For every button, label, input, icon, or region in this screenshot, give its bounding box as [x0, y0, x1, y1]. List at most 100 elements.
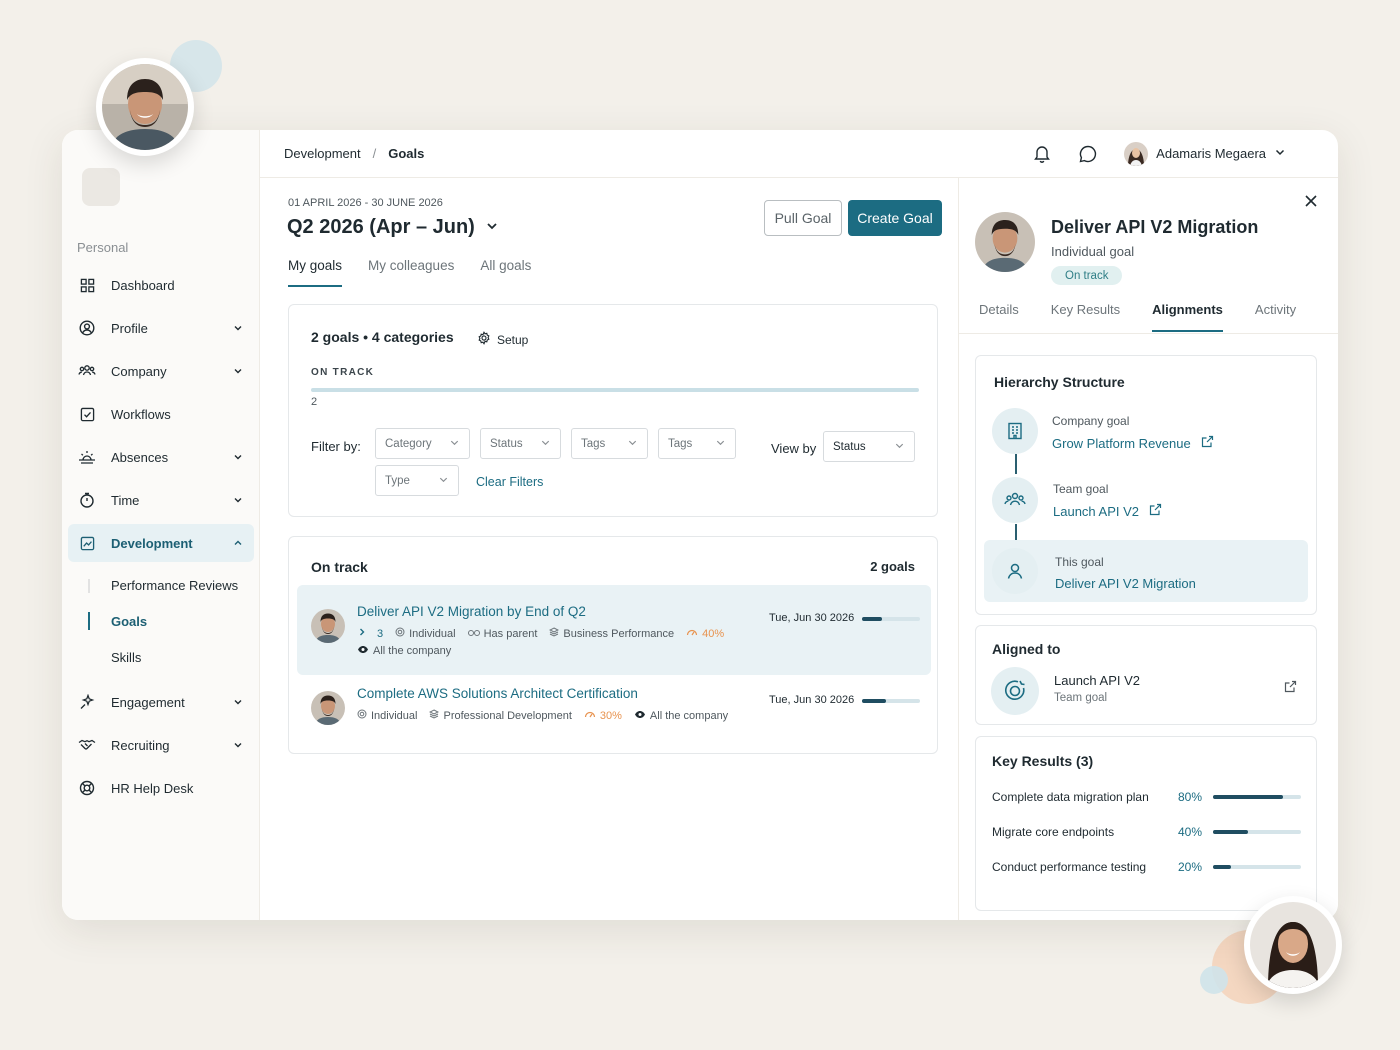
chevron-down-icon [1274, 146, 1286, 161]
user-menu[interactable]: Adamaris Megaera [1124, 141, 1286, 166]
create-goal-button[interactable]: Create Goal [848, 200, 942, 236]
aligned-goal-type: Team goal [1054, 692, 1108, 704]
subnav-performance-reviews[interactable]: Performance Reviews [88, 567, 254, 603]
sidebar-item-label: Recruiting [111, 737, 170, 753]
view-by-select[interactable]: Status [823, 431, 915, 462]
company-goal-link[interactable]: Grow Platform Revenue [1052, 435, 1214, 451]
period-selector[interactable]: Q2 2026 (Apr – Jun) [287, 216, 499, 239]
external-link-icon[interactable] [1284, 680, 1298, 694]
sidebar-item-development[interactable]: Development [68, 524, 254, 562]
goal-row[interactable]: Deliver API V2 Migration by End of Q2 3 … [297, 585, 931, 675]
goal-weight-label: 40% [702, 627, 725, 640]
detail-subtitle: Individual goal [1051, 244, 1135, 259]
filter-tags-select-2[interactable]: Tags [658, 428, 736, 459]
breadcrumb-development[interactable]: Development [284, 146, 361, 161]
select-value: Status [490, 437, 523, 450]
period-title: Q2 2026 (Apr – Jun) [287, 216, 475, 238]
pull-goal-button[interactable]: Pull Goal [764, 200, 842, 236]
company-goal-label: Company goal [1052, 414, 1130, 428]
chat-bubble-icon[interactable] [1078, 144, 1098, 164]
goal-type: Individual [357, 709, 417, 722]
sidebar-item-hr-help-desk[interactable]: HR Help Desk [68, 769, 254, 807]
goal-owner-avatar [311, 691, 345, 725]
key-result-percent: 20% [1178, 860, 1203, 874]
select-value: Tags [668, 437, 693, 450]
chevron-down-icon [449, 437, 460, 451]
sidebar-item-company[interactable]: Company [68, 352, 254, 390]
status-heading: ON TRACK [311, 367, 375, 378]
this-goal-label: This goal [1055, 555, 1104, 569]
tab-my-goals[interactable]: My goals [288, 258, 343, 287]
goal-progress-fill [862, 617, 883, 621]
sun-horizon-icon [78, 448, 96, 466]
sidebar-item-engagement[interactable]: Engagement [68, 683, 254, 721]
tab-details[interactable]: Details [979, 302, 1019, 332]
sidebar-item-dashboard[interactable]: Dashboard [68, 266, 254, 304]
filter-type-select[interactable]: Type [375, 465, 459, 496]
tab-all-goals[interactable]: All goals [480, 258, 531, 287]
key-results-title: Key Results (3) [992, 753, 1094, 769]
goal-title[interactable]: Complete AWS Solutions Architect Certifi… [357, 686, 638, 701]
key-result-row[interactable]: Conduct performance testing 20% [992, 857, 1304, 877]
setup-button[interactable]: Setup [477, 331, 528, 348]
user-name: Adamaris Megaera [1156, 146, 1266, 161]
close-icon[interactable] [1302, 192, 1320, 210]
tab-activity[interactable]: Activity [1255, 302, 1296, 332]
gauge-icon [584, 709, 596, 722]
handshake-icon [78, 736, 96, 754]
goal-meta: 3 Individual Has parent Business Perform… [357, 627, 724, 640]
logo [82, 168, 120, 206]
select-value: Status [833, 440, 866, 453]
status-count: 2 [311, 396, 318, 408]
sidebar-item-workflows[interactable]: Workflows [68, 395, 254, 433]
view-by-label: View by [771, 441, 817, 456]
subnav-goals[interactable]: Goals [88, 603, 254, 639]
key-result-progress-bar [1213, 865, 1301, 869]
goal-row[interactable]: Complete AWS Solutions Architect Certifi… [297, 675, 931, 745]
goal-due-date: Tue, Jun 30 2026 [769, 612, 855, 624]
hierarchy-card: Hierarchy Structure Company goal Grow Pl… [975, 355, 1317, 615]
subgoals-toggle[interactable]: 3 [357, 627, 383, 640]
filter-label: Filter by: [311, 439, 361, 454]
sidebar-item-recruiting[interactable]: Recruiting [68, 726, 254, 764]
tab-key-results[interactable]: Key Results [1051, 302, 1120, 332]
team-goal-link[interactable]: Launch API V2 [1053, 503, 1162, 519]
key-result-name: Conduct performance testing [992, 860, 1147, 874]
aligned-goal-name[interactable]: Launch API V2 [1054, 673, 1140, 688]
main-area: Development / Goals Adamaris Megaera 01 … [260, 130, 1338, 920]
goal-visibility: All the company [357, 645, 451, 657]
clear-filters-link[interactable]: Clear Filters [476, 475, 543, 489]
goal-due-date: Tue, Jun 30 2026 [769, 694, 855, 706]
key-result-row[interactable]: Complete data migration plan 80% [992, 787, 1304, 807]
goal-title[interactable]: Deliver API V2 Migration by End of Q2 [357, 604, 586, 619]
sidebar-item-label: HR Help Desk [111, 780, 194, 796]
bell-icon[interactable] [1032, 144, 1052, 164]
sidebar-item-time[interactable]: Time [68, 481, 254, 519]
breadcrumb-separator: / [372, 146, 377, 161]
tab-alignments[interactable]: Alignments [1152, 302, 1223, 332]
subnav-skills[interactable]: Skills [88, 639, 254, 675]
goal-visibility-label: All the company [649, 709, 729, 722]
filter-status-select[interactable]: Status [480, 428, 561, 459]
goal-type-label: Individual [409, 627, 456, 640]
setup-label: Setup [497, 332, 529, 347]
key-result-row[interactable]: Migrate core endpoints 40% [992, 822, 1304, 842]
external-link-icon [1201, 435, 1214, 451]
floating-avatar-man [96, 58, 194, 156]
status-distribution-bar [311, 388, 919, 392]
link-icon [467, 628, 480, 640]
sidebar-item-absences[interactable]: Absences [68, 438, 254, 476]
goal-detail-panel: Deliver API V2 Migration Individual goal… [958, 178, 1338, 920]
chevron-down-icon [232, 451, 244, 463]
filter-category-select[interactable]: Category [375, 428, 470, 459]
tab-my-colleagues[interactable]: My colleagues [368, 258, 454, 287]
sidebar-item-profile[interactable]: Profile [68, 309, 254, 347]
gauge-icon [686, 627, 698, 640]
chevron-down-icon [232, 739, 244, 751]
goal-progress-fill [862, 699, 887, 703]
key-result-percent: 80% [1178, 790, 1203, 804]
filter-tags-select[interactable]: Tags [571, 428, 648, 459]
eye-icon [357, 645, 369, 657]
goal-progress-bar [862, 617, 920, 621]
sidebar: Personal Dashboard Profile Company Workf… [62, 130, 260, 920]
